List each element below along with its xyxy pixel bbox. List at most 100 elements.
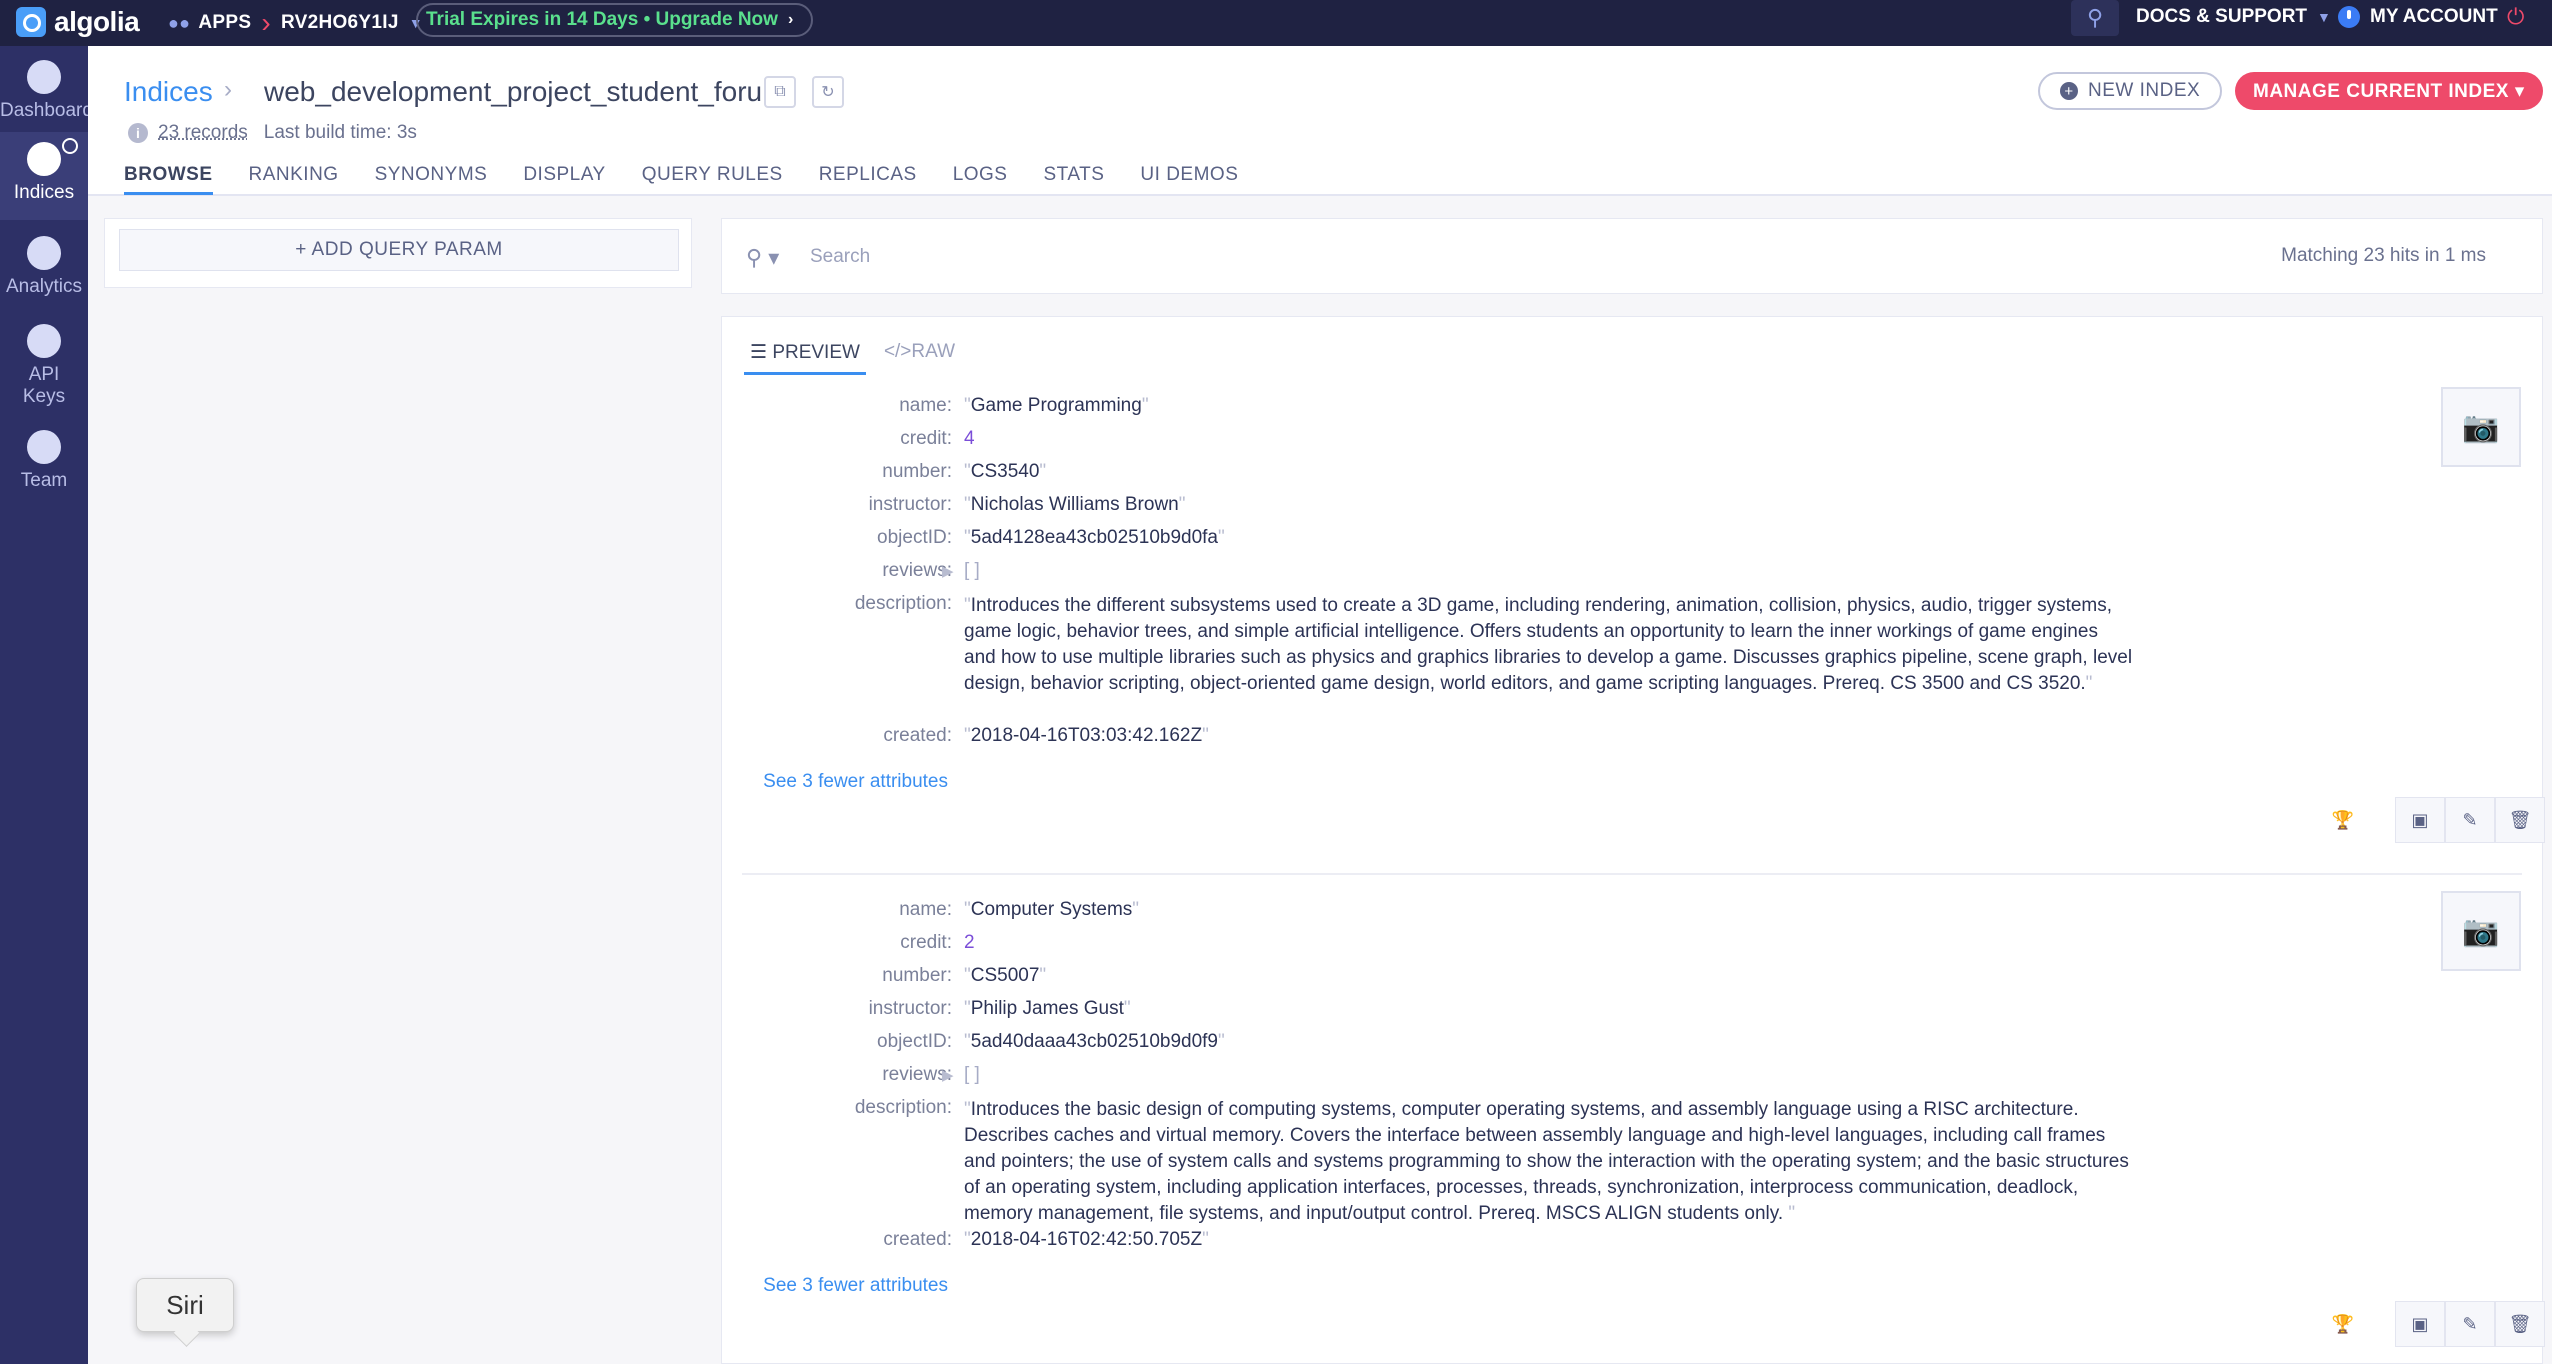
search-panel: ⚲ ▾ Matching 23 hits in 1 ms [721,218,2543,294]
tab-logs[interactable]: LOGS [953,164,1008,195]
trial-upgrade-button[interactable]: Trial Expires in 14 Days • Upgrade Now › [416,3,814,37]
plus-circle-icon: + [2060,82,2078,100]
my-account-label: MY ACCOUNT [2370,6,2498,27]
search-input[interactable] [810,239,2010,275]
image-icon[interactable]: ▣ [2395,797,2445,843]
field-value: Game Programming [964,395,1149,417]
field-value: 5ad4128ea43cb02510b9d0fa [964,527,1225,549]
tab-raw[interactable]: </>RAW [878,331,961,375]
sidebar-item-label: Analytics [5,276,83,297]
field-row: number: CS3540 [742,461,2522,491]
record-actions: 🏆 ▣ ✎ 🗑 [2321,797,2545,843]
new-index-button[interactable]: + NEW INDEX [2038,72,2223,110]
field-key: objectID: [877,527,952,548]
sidebar-item-label: API Keys [22,364,66,407]
field-value: 4 [964,428,975,449]
hits-summary: Matching 23 hits in 1 ms [2281,245,2486,266]
algolia-logo-icon [16,7,46,37]
add-query-param-button[interactable]: + ADD QUERY PARAM [119,229,679,271]
apps-icon: ●● [168,12,191,33]
tab-ranking[interactable]: RANKING [249,164,339,195]
field-row: instructor: Nicholas Williams Brown [742,494,2522,524]
apps-link[interactable]: APPS [198,12,251,34]
field-row: instructor: Philip James Gust [742,998,2522,1028]
chevron-right-icon: › [261,7,271,38]
tab-replicas[interactable]: REPLICAS [819,164,917,195]
tab-preview-label: PREVIEW [772,342,860,363]
copy-index-button[interactable]: ⧉ [764,76,796,108]
delete-trash-icon[interactable]: 🗑 [2495,1301,2545,1347]
field-value: Computer Systems [964,899,1139,921]
edit-pencil-icon[interactable]: ✎ [2445,797,2495,843]
global-search-button[interactable]: ⚲ [2071,0,2119,36]
sidebar-item-label: Indices [13,182,75,203]
field-key: credit: [900,428,952,449]
field-key: credit: [900,932,952,953]
expand-triangle-icon[interactable]: ▶ [942,1066,954,1084]
camera-icon[interactable]: 📷 [2441,387,2521,467]
description-value: Introduces the different subsystems used… [964,593,2134,697]
delete-trash-icon[interactable]: 🗑 [2495,797,2545,843]
my-account-menu[interactable]: MY ACCOUNT [2338,0,2498,34]
logout-power-icon[interactable]: ⏻ [2507,4,2524,30]
image-icon[interactable]: ▣ [2395,1301,2445,1347]
chevron-right-icon: › [224,76,232,103]
field-key: name: [899,899,952,920]
field-key: created: [883,1229,952,1250]
field-row: name: Computer Systems [742,899,2522,929]
refresh-button[interactable]: ↻ [812,76,844,108]
sidebar-item-api-keys[interactable]: API Keys [0,320,88,424]
record-divider [742,873,2522,875]
tab-ui-demos[interactable]: UI DEMOS [1140,164,1238,195]
camera-icon[interactable]: 📷 [2441,891,2521,971]
sidebar-item-label: Dashboard [0,100,93,121]
chevron-down-icon: ▼ [2317,9,2331,25]
account-icon [2338,6,2360,28]
tab-browse[interactable]: BROWSE [124,164,213,195]
field-key: instructor: [868,494,952,515]
tab-stats[interactable]: STATS [1044,164,1105,195]
breadcrumb-indices-link[interactable]: Indices [124,76,213,108]
tab-display[interactable]: DISPLAY [523,164,605,195]
field-key: description: [854,593,952,614]
field-row: objectID: 5ad40daaa43cb02510b9d0f9 [742,1031,2522,1061]
field-value: 2018-04-16T03:03:42.162Z [964,725,1209,747]
expand-triangle-icon[interactable]: ▶ [942,562,954,580]
sidebar-item-analytics[interactable]: Analytics [0,232,88,316]
algolia-logo[interactable]: algolia [16,4,140,40]
tab-synonyms[interactable]: SYNONYMS [375,164,488,195]
field-key: description: [854,1097,952,1118]
tab-preview[interactable]: ☰ PREVIEW [744,331,866,375]
logo-text: algolia [54,6,140,37]
field-key: number: [882,461,952,482]
docs-support-menu[interactable]: DOCS & SUPPORT ▼ [2136,0,2331,34]
field-value: CS5007 [964,965,1046,987]
query-params-panel: + ADD QUERY PARAM [104,218,692,288]
sidebar-item-team[interactable]: Team [0,426,88,510]
tab-query-rules[interactable]: QUERY RULES [642,164,783,195]
trial-text: Trial Expires in 14 Days • Upgrade Now [426,9,778,30]
field-value: CS3540 [964,461,1046,483]
siri-tooltip: Siri [136,1278,234,1332]
field-value: Nicholas Williams Brown [964,494,1186,516]
edit-pencil-icon[interactable]: ✎ [2445,1301,2495,1347]
view-mode-tabs: ☰ PREVIEW </>RAW [744,331,973,375]
database-icon [27,142,61,176]
field-key: objectID: [877,1031,952,1052]
field-key: created: [883,725,952,746]
trophy-icon[interactable]: 🏆 [2321,1301,2365,1347]
trophy-icon[interactable]: 🏆 [2321,797,2365,843]
see-fewer-attributes-link[interactable]: See 3 fewer attributes [763,771,948,793]
see-fewer-attributes-link[interactable]: See 3 fewer attributes [763,1275,948,1297]
field-row: number: CS5007 [742,965,2522,995]
app-id-selector[interactable]: RV2HO6Y1IJ [281,12,399,34]
manage-current-index-button[interactable]: MANAGE CURRENT INDEX ▾ [2235,72,2543,110]
search-options-icon[interactable]: ⚲ ▾ [746,245,779,271]
apps-breadcrumb: ●● APPS › RV2HO6Y1IJ ▼ [168,0,423,46]
field-value: [ ] [964,560,980,581]
description-value: Introduces the basic design of computing… [964,1097,2134,1227]
records-count-link[interactable]: 23 records [158,122,248,144]
sidebar-item-dashboard[interactable]: Dashboard [0,60,93,136]
field-row: objectID: 5ad4128ea43cb02510b9d0fa [742,527,2522,557]
field-value: Philip James Gust [964,998,1131,1020]
